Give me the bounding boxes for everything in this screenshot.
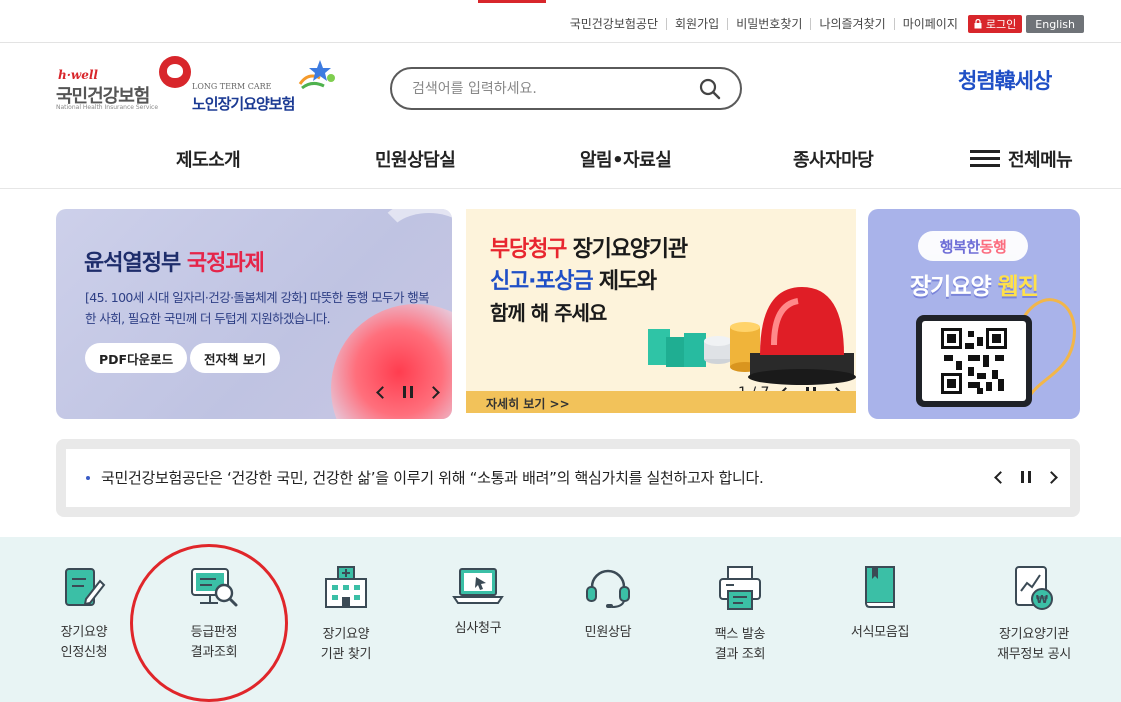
fraud-report-banner[interactable]: 부당청구 장기요양기관 신고·포상금 제도와 함께 해 주세요 1 / 7 bbox=[466, 209, 856, 413]
pause-icon[interactable] bbox=[403, 386, 413, 398]
ltc-star-icon bbox=[298, 60, 335, 90]
qr-code-icon bbox=[941, 328, 1007, 394]
chevron-left-icon[interactable] bbox=[994, 470, 1007, 484]
chevron-right-icon[interactable] bbox=[1045, 470, 1058, 484]
fraud-banner-line1: 부당청구 장기요양기관 bbox=[490, 231, 688, 263]
campaign-logo-text: 청렴韓세상 bbox=[958, 69, 1052, 93]
ltc-name: 노인장기요양보험 bbox=[192, 95, 295, 113]
webzine-title-main: 장기요양 bbox=[910, 274, 998, 300]
top-accent-tick bbox=[478, 0, 546, 3]
fraud-line1-rest: 장기요양기관 bbox=[566, 237, 688, 262]
nav-item-notice-resources[interactable]: 알림•자료실 bbox=[580, 146, 672, 172]
quick-item-fax-result[interactable]: 팩스 발송결과 조회 bbox=[680, 565, 800, 665]
tablet-illustration bbox=[916, 315, 1032, 407]
bullet-icon bbox=[86, 476, 90, 480]
application-pen-icon bbox=[65, 568, 106, 606]
ltc-logo[interactable]: LONG TERM CARE 노인장기요양보험 bbox=[192, 58, 337, 114]
chevron-right-icon[interactable] bbox=[427, 385, 440, 399]
login-button[interactable]: 로그인 bbox=[967, 15, 1023, 33]
ltc-english: LONG TERM CARE bbox=[192, 82, 272, 91]
utility-links: 국민건강보험공단 회원가입 비밀번호찾기 나의즐겨찾기 마이페이지 로그인 En… bbox=[562, 15, 1084, 33]
link-favorites[interactable]: 나의즐겨찾기 bbox=[810, 18, 893, 30]
quick-label-line1: 심사청구 bbox=[454, 621, 502, 636]
quick-item-review-request[interactable]: 심사청구 bbox=[418, 565, 538, 639]
policy-banner-desc: [45. 100세 시대 일자리·건강·돌봄체계 강화] 따뜻한 동행 모두가 … bbox=[85, 290, 430, 326]
pause-icon[interactable] bbox=[1021, 471, 1031, 483]
quick-label-line1: 장기요양기관 bbox=[999, 627, 1069, 642]
book-icon bbox=[865, 566, 895, 608]
pdf-download-button[interactable]: PDF다운로드 bbox=[85, 343, 188, 373]
hamburger-icon[interactable] bbox=[970, 150, 1000, 168]
notice-controls bbox=[994, 470, 1058, 484]
login-label: 로그인 bbox=[985, 18, 1017, 31]
notice-bar: 국민건강보험공단은 ‘건강한 국민, 건강한 삶’을 이루기 위해 “소통과 배… bbox=[56, 439, 1080, 517]
nhis-english: National Health Insurance Service bbox=[56, 104, 159, 111]
highlight-annotation-circle bbox=[130, 544, 288, 702]
quick-label-line2: 결과 조회 bbox=[714, 647, 766, 662]
nav-item-workers[interactable]: 종사자마당 bbox=[793, 146, 874, 172]
all-menu-button[interactable]: 전체메뉴 bbox=[1008, 146, 1073, 172]
search-input[interactable] bbox=[412, 78, 692, 100]
quick-item-forms[interactable]: 서식모음집 bbox=[820, 565, 940, 643]
fraud-banner-line3: 함께 해 주세요 bbox=[490, 301, 607, 325]
fraud-line2-blue: 신고·포상금 bbox=[490, 269, 594, 294]
search-icon[interactable] bbox=[698, 77, 722, 101]
quick-label-line1: 서식모음집 bbox=[850, 625, 910, 640]
policy-banner-title: 윤석열정부 국정과제 bbox=[84, 245, 265, 277]
quick-item-ltc-application[interactable]: 장기요양인정신청 bbox=[24, 565, 144, 663]
notice-inner: 국민건강보험공단은 ‘건강한 국민, 건강한 삶’을 이루기 위해 “소통과 배… bbox=[66, 449, 1070, 507]
quick-label-line1: 장기요양 bbox=[322, 627, 370, 642]
nhis-tagline: h·well bbox=[58, 68, 98, 82]
chevron-left-icon[interactable] bbox=[376, 385, 389, 399]
hospital-building-icon bbox=[325, 566, 367, 608]
headset-icon bbox=[586, 569, 630, 608]
notice-text[interactable]: 국민건강보험공단은 ‘건강한 국민, 건강한 삶’을 이루기 위해 “소통과 배… bbox=[101, 467, 764, 488]
link-find-password[interactable]: 비밀번호찾기 bbox=[727, 18, 810, 30]
nav-item-civil-service[interactable]: 민원상담실 bbox=[375, 146, 456, 172]
cheongryeom-campaign-logo[interactable]: 청렴韓세상 bbox=[958, 64, 1082, 96]
heart-logo-icon bbox=[159, 56, 191, 88]
policy-title-prefix: 윤석열정부 bbox=[84, 251, 187, 276]
quick-label-line2: 재무정보 공시 bbox=[997, 647, 1071, 662]
quick-label-line1: 팩스 발송 bbox=[714, 627, 766, 642]
nhis-logo[interactable]: h·well 국민건강보험 National Health Insurance … bbox=[56, 56, 192, 114]
ebook-view-button[interactable]: 전자책 보기 bbox=[190, 343, 280, 373]
quick-item-consultation[interactable]: 민원상담 bbox=[548, 565, 668, 643]
search-box bbox=[390, 67, 742, 110]
fraud-banner-footer: 자세히 보기 >> bbox=[466, 391, 856, 413]
link-signup[interactable]: 회원가입 bbox=[666, 18, 727, 30]
quick-label-line2: 인정신청 bbox=[60, 645, 108, 660]
fraud-banner-line2: 신고·포상금 제도와 bbox=[490, 263, 657, 295]
lock-icon bbox=[974, 19, 982, 29]
policy-banner-controls bbox=[376, 385, 440, 399]
english-button[interactable]: English bbox=[1026, 15, 1084, 33]
policy-banner[interactable]: 윤석열정부 국정과제 [45. 100세 시대 일자리·건강·돌봄체계 강화] … bbox=[56, 209, 452, 419]
siren-coins-illustration bbox=[648, 287, 856, 385]
tablet-screen bbox=[922, 321, 1026, 401]
quick-item-finance-disclosure[interactable]: ₩ 장기요양기관재무정보 공시 bbox=[974, 565, 1094, 665]
policy-title-highlight: 국정과제 bbox=[186, 251, 265, 276]
fraud-line1-red: 부당청구 bbox=[490, 237, 567, 262]
quick-label-line2: 기관 찾기 bbox=[320, 647, 372, 662]
quick-item-find-institution[interactable]: 장기요양기관 찾기 bbox=[286, 565, 406, 665]
finance-chart-won-icon: ₩ bbox=[1015, 566, 1053, 610]
link-mypage[interactable]: 마이페이지 bbox=[893, 18, 966, 30]
webzine-banner[interactable]: 행복한 동행 장기요양 웹진 bbox=[868, 209, 1080, 419]
webzine-title: 장기요양 웹진 bbox=[868, 267, 1080, 301]
nav-item-system-intro[interactable]: 제도소개 bbox=[176, 146, 241, 172]
webzine-title-highlight: 웹진 bbox=[997, 274, 1039, 300]
webzine-tag-highlight: 동행 bbox=[979, 237, 1007, 256]
main-nav: 제도소개 민원상담실 알림•자료실 종사자마당 전체메뉴 bbox=[0, 126, 1121, 189]
quick-label-line1: 민원상담 bbox=[584, 625, 632, 640]
webzine-tag: 행복한 동행 bbox=[918, 231, 1028, 261]
fax-printer-icon bbox=[719, 566, 761, 610]
svg-text:₩: ₩ bbox=[1036, 593, 1048, 606]
top-utility-bar: 국민건강보험공단 회원가입 비밀번호찾기 나의즐겨찾기 마이페이지 로그인 En… bbox=[0, 0, 1121, 43]
laptop-cursor-icon bbox=[452, 568, 504, 604]
link-nhis[interactable]: 국민건강보험공단 bbox=[562, 18, 666, 30]
banner-swirl-decoration bbox=[374, 209, 452, 279]
webzine-tag-prefix: 행복한 bbox=[939, 237, 980, 256]
more-details-link[interactable]: 자세히 보기 >> bbox=[486, 395, 570, 412]
quick-label-line1: 장기요양 bbox=[60, 625, 108, 640]
